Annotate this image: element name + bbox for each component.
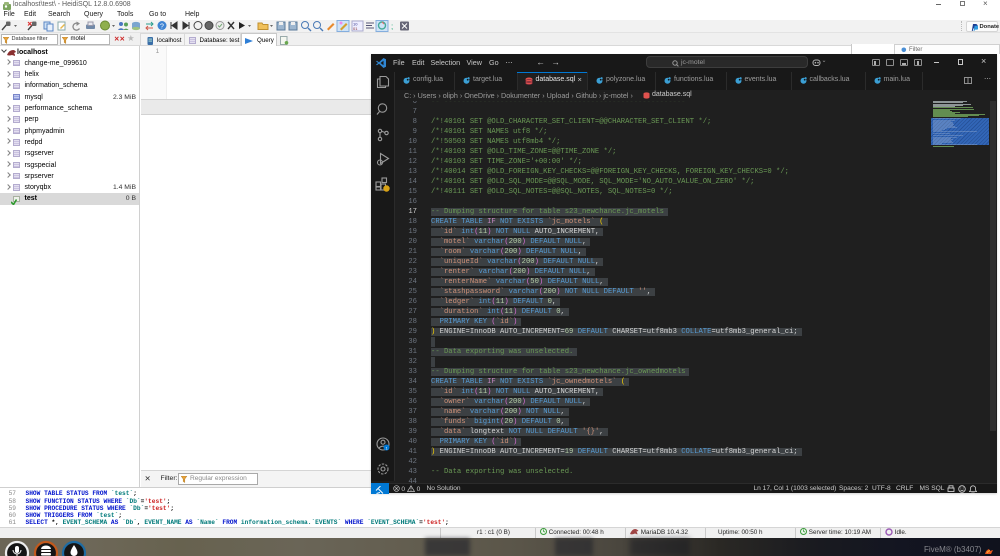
svg-text:?: ? bbox=[160, 24, 164, 31]
svg-text:;: ; bbox=[391, 22, 393, 31]
svg-text:01: 01 bbox=[353, 26, 358, 31]
